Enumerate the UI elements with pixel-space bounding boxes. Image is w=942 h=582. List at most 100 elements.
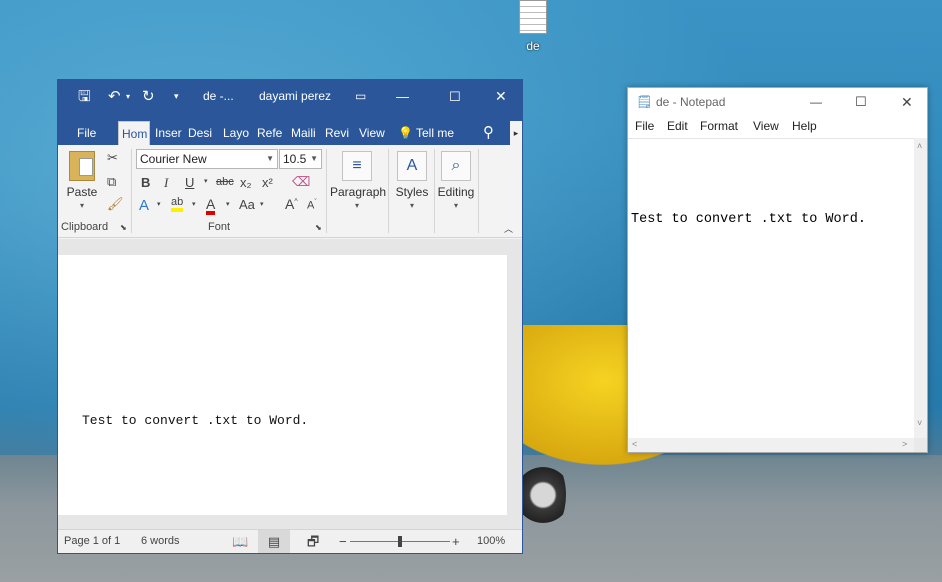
undo-icon[interactable]: ↶	[108, 80, 121, 113]
styles-button[interactable]: A Styles ▾	[392, 151, 432, 210]
paragraph-button[interactable]: ≡ Paragraph ▾	[330, 151, 387, 210]
menu-help[interactable]: Help	[792, 119, 817, 133]
user-name[interactable]: dayami perez	[259, 80, 331, 113]
paste-label: Paste	[66, 185, 98, 199]
scroll-down-icon[interactable]: ˅	[917, 418, 922, 428]
ribbon-home: Paste ▾ ✂ ⧉ 🖌 Clipboard ⬊ Courier New ▼ …	[58, 145, 522, 238]
underline-dropdown-icon[interactable]: ▾	[204, 178, 208, 185]
notepad-text-area[interactable]: Test to convert .txt to Word.	[628, 138, 915, 438]
menu-format[interactable]: Format	[700, 119, 738, 133]
change-case-icon[interactable]: Aa	[239, 198, 255, 211]
font-name-value: Courier New	[140, 152, 207, 166]
menu-file[interactable]: File	[635, 119, 654, 133]
scroll-left-icon[interactable]: <	[632, 439, 637, 449]
tabs-scroll-right-icon[interactable]: ▸	[510, 121, 522, 145]
print-layout-icon[interactable]: ▤	[258, 530, 290, 553]
tab-layout[interactable]: Layo	[223, 121, 249, 145]
copy-icon[interactable]: ⧉	[107, 175, 116, 188]
strikethrough-icon[interactable]: abc	[216, 177, 234, 188]
grow-font-icon[interactable]: A^	[285, 197, 298, 211]
text-effects-icon[interactable]: A	[139, 198, 149, 213]
subscript-icon[interactable]: x₂	[240, 176, 252, 189]
notepad-text[interactable]: Test to convert .txt to Word.	[631, 212, 866, 227]
highlight-dropdown-icon[interactable]: ▾	[192, 201, 196, 208]
web-layout-icon[interactable]: 🗗	[307, 530, 319, 553]
notepad-minimize-icon[interactable]: —	[810, 88, 822, 116]
clear-formatting-icon[interactable]: ⌫	[292, 175, 310, 188]
minimize-icon[interactable]: —	[396, 80, 409, 113]
styles-icon: A	[397, 151, 427, 181]
clipboard-group-label: Clipboard	[61, 221, 109, 233]
read-mode-icon[interactable]: 📖	[232, 530, 248, 553]
format-painter-icon[interactable]: 🖌	[107, 197, 124, 210]
font-color-icon[interactable]: A	[206, 197, 216, 215]
paragraph-label: Paragraph	[330, 185, 387, 199]
styles-label: Styles	[395, 185, 429, 199]
font-name-combo[interactable]: Courier New ▼	[136, 149, 278, 169]
cut-icon[interactable]: ✂	[107, 151, 118, 164]
font-color-dropdown-icon[interactable]: ▾	[226, 201, 230, 208]
maximize-icon[interactable]: ☐	[449, 80, 461, 113]
redo-icon[interactable]: ↻	[142, 80, 155, 113]
menu-edit[interactable]: Edit	[667, 119, 688, 133]
font-size-value: 10.5	[283, 152, 307, 166]
zoom-out-icon[interactable]: −	[339, 530, 347, 553]
clipboard-icon	[69, 151, 95, 181]
qat-customize-icon[interactable]: ▾	[174, 80, 179, 113]
menu-view[interactable]: View	[753, 119, 779, 133]
bold-icon[interactable]: B	[141, 176, 150, 189]
clipboard-launcher-icon[interactable]: ⬊	[120, 224, 127, 232]
font-size-dropdown-icon: ▼	[310, 154, 318, 163]
tab-references[interactable]: Refe	[257, 121, 282, 145]
superscript-icon[interactable]: x²	[262, 176, 273, 189]
notepad-close-icon[interactable]: ✕	[901, 88, 913, 116]
editing-label: Editing	[437, 185, 475, 199]
tab-review[interactable]: Revi	[325, 121, 349, 145]
shrink-font-icon[interactable]: Aˇ	[307, 199, 317, 212]
status-bar: Page 1 of 1 6 words 📖 ▤ 🗗 − + 100%	[58, 529, 522, 553]
word-title-bar: 🖫 ↶ ▾ ↻ ▾ de -... dayami perez ▭ — ☐ ✕	[58, 80, 522, 113]
vertical-scrollbar[interactable]	[507, 255, 522, 515]
tab-file[interactable]: File	[77, 121, 96, 145]
share-user-icon[interactable]: ⚲	[483, 121, 494, 145]
word-count[interactable]: 6 words	[141, 530, 180, 553]
collapse-ribbon-icon[interactable]: ︿	[504, 225, 513, 234]
notepad-size-grip[interactable]	[914, 438, 927, 452]
notepad-window: 🗒 de - Notepad — ☐ ✕ File Edit Format Vi…	[627, 87, 928, 453]
page-count[interactable]: Page 1 of 1	[64, 530, 120, 553]
highlight-icon[interactable]: ab	[171, 197, 184, 212]
font-size-combo[interactable]: 10.5 ▼	[279, 149, 322, 169]
font-launcher-icon[interactable]: ⬊	[315, 224, 322, 232]
paste-button[interactable]: Paste ▾	[66, 151, 98, 210]
scroll-up-icon[interactable]: ˄	[917, 141, 922, 151]
zoom-slider-thumb[interactable]	[398, 536, 402, 547]
zoom-in-icon[interactable]: +	[452, 530, 460, 553]
document-body-text[interactable]: Test to convert .txt to Word.	[82, 413, 308, 428]
document-canvas: Test to convert .txt to Word.	[58, 239, 522, 529]
zoom-level[interactable]: 100%	[477, 530, 505, 553]
desktop-file-icon[interactable]: de	[511, 0, 555, 53]
close-icon[interactable]: ✕	[495, 80, 507, 113]
word-window: 🖫 ↶ ▾ ↻ ▾ de -... dayami perez ▭ — ☐ ✕ F…	[57, 79, 523, 554]
paragraph-icon: ≡	[342, 151, 372, 181]
notepad-horizontal-scrollbar[interactable]: < >	[628, 438, 915, 452]
document-page[interactable]: Test to convert .txt to Word.	[58, 255, 507, 515]
font-group-label: Font	[208, 221, 231, 233]
tell-me-box[interactable]: Tell me	[416, 121, 454, 145]
undo-dropdown-icon[interactable]: ▾	[126, 80, 130, 113]
tab-view[interactable]: View	[359, 121, 385, 145]
notepad-maximize-icon[interactable]: ☐	[855, 88, 867, 116]
change-case-dropdown-icon[interactable]: ▾	[260, 201, 264, 208]
save-icon[interactable]: 🖫	[78, 80, 91, 113]
editing-button[interactable]: ⌕ Editing ▾	[436, 151, 476, 210]
notepad-vertical-scrollbar[interactable]: ˄ ˅	[914, 138, 927, 438]
underline-icon[interactable]: U	[185, 176, 194, 189]
tab-home[interactable]: Hom	[118, 121, 150, 145]
tab-insert[interactable]: Inser	[155, 121, 182, 145]
ribbon-display-icon[interactable]: ▭	[355, 80, 366, 113]
italic-icon[interactable]: I	[164, 176, 168, 189]
text-effects-dropdown-icon[interactable]: ▾	[157, 201, 161, 208]
tab-design[interactable]: Desi	[188, 121, 212, 145]
tab-mailings[interactable]: Maili	[291, 121, 316, 145]
scroll-right-icon[interactable]: >	[902, 439, 907, 449]
